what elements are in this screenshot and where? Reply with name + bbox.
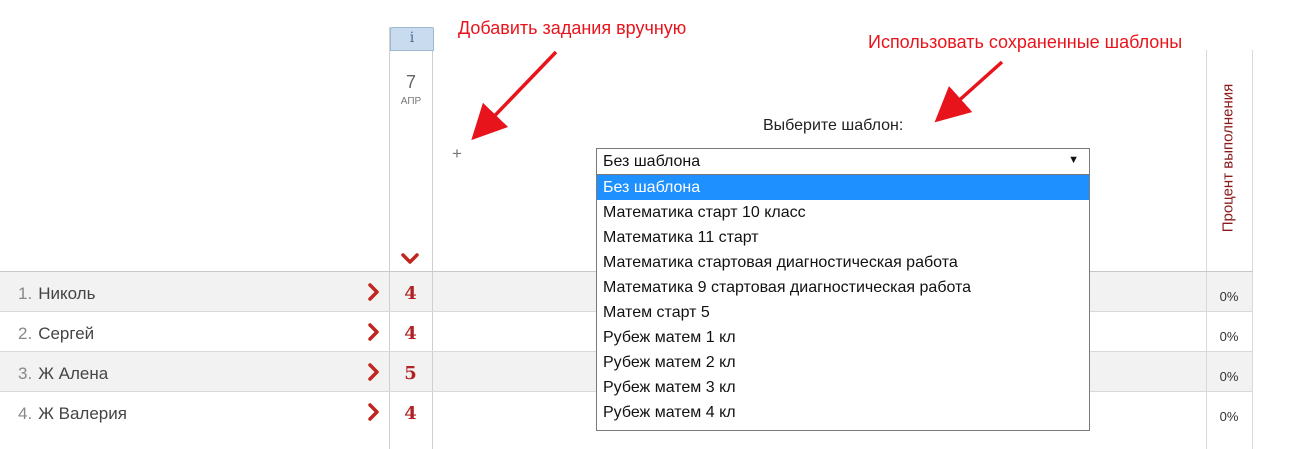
template-option[interactable]: Математика старт 10 класс [597,200,1089,225]
template-option[interactable]: Рубеж матем 4 кл [597,400,1089,425]
student-number: 1. [18,284,33,303]
template-option[interactable]: Рубеж матем 1 кл [597,325,1089,350]
student-name[interactable]: 4. Ж Валерия [18,404,127,424]
template-select-label: Выберите шаблон: [763,117,904,134]
template-option[interactable]: Матем старт 5 [597,300,1089,325]
student-number: 4. [18,404,33,423]
template-option[interactable]: Без шаблона [597,175,1089,200]
student-name-text: Сергей [38,324,95,343]
template-dropdown-list: Без шаблона Математика старт 10 класс Ма… [596,174,1090,431]
grade-cell[interactable]: 4 [389,283,432,304]
template-option[interactable]: Математика 11 старт [597,225,1089,250]
dropdown-arrow-icon[interactable]: ▼ [1068,154,1079,166]
percent-cell: 0% [1219,369,1239,384]
template-select-value: Без шаблона [603,153,701,170]
percent-cell: 0% [1219,409,1239,424]
student-name-text: Николь [38,284,96,303]
student-name[interactable]: 1. Николь [18,284,95,304]
student-name-text: Ж Валерия [38,404,127,423]
student-name-text: Ж Алена [38,364,109,383]
student-number: 3. [18,364,33,383]
chevron-right-icon[interactable] [367,403,381,421]
chevron-right-icon[interactable] [367,283,381,301]
grade-cell[interactable]: 4 [389,323,432,344]
grade-cell[interactable]: 5 [389,363,432,384]
chevron-right-icon[interactable] [367,363,381,381]
student-name[interactable]: 2. Сергей [18,324,94,344]
percent-cell: 0% [1219,289,1239,304]
template-select[interactable]: Без шаблона ▼ [596,148,1090,176]
chevron-right-icon[interactable] [367,323,381,341]
student-number: 2. [18,324,33,343]
grade-cell[interactable]: 4 [389,403,432,424]
arrow-to-add-button [471,50,558,141]
arrow-to-template-select [934,60,1004,123]
template-option[interactable]: Рубеж матем 3 кл [597,375,1089,400]
template-option[interactable]: Математика 9 стартовая диагностическая р… [597,275,1089,300]
percent-cell: 0% [1219,329,1239,344]
student-name[interactable]: 3. Ж Алена [18,364,108,384]
template-option[interactable]: Рубеж матем 2 кл [597,350,1089,375]
template-option[interactable]: Математика стартовая диагностическая раб… [597,250,1089,275]
